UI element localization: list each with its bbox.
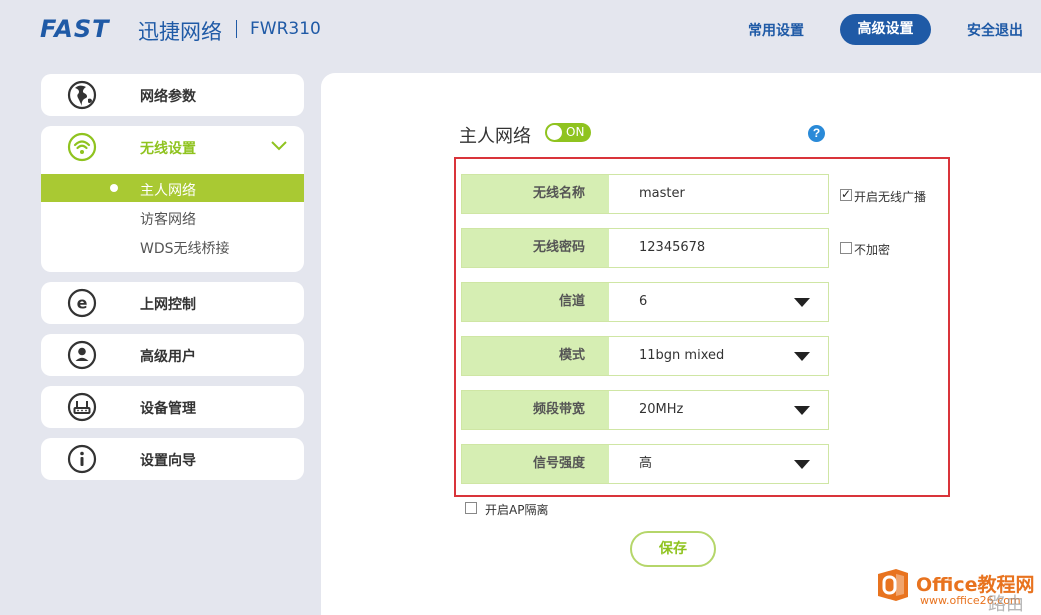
broadcast-checkbox[interactable] xyxy=(840,187,852,201)
router-icon xyxy=(67,392,97,422)
sidebar-subitem-wds-bridge[interactable]: WDS无线桥接 xyxy=(41,232,304,260)
chevron-down-icon[interactable] xyxy=(271,140,287,152)
section-title: 主人网络 xyxy=(459,126,531,147)
nav-common-settings[interactable]: 常用设置 xyxy=(748,20,804,40)
sidebar-card-device-mgmt: 设备管理 xyxy=(41,386,304,428)
caret-down-icon xyxy=(794,298,810,307)
field-label: 无线密码 xyxy=(462,229,609,267)
nav-advanced-settings[interactable]: 高级设置 xyxy=(840,14,931,45)
sidebar-card-setup-wizard: 设置向导 xyxy=(41,438,304,480)
ssid-input[interactable]: master xyxy=(609,175,828,213)
sidebar-subitem-guest-network[interactable]: 访客网络 xyxy=(41,203,304,231)
field-label: 模式 xyxy=(462,337,609,375)
sidebar-item-internet-control[interactable]: e 上网控制 xyxy=(41,282,304,324)
brand-divider xyxy=(236,20,237,38)
sidebar-item-label: 无线设置 xyxy=(140,141,196,157)
field-label: 信号强度 xyxy=(462,445,609,483)
toggle-knob xyxy=(547,125,562,140)
no-encrypt-checkbox[interactable] xyxy=(840,242,852,254)
signal-strength-select[interactable]: 高 xyxy=(609,445,828,483)
sidebar-item-advanced-user[interactable]: 高级用户 xyxy=(41,334,304,376)
sidebar-item-label: 高级用户 xyxy=(140,349,196,365)
mode-select[interactable]: 11bgn mixed xyxy=(609,337,828,375)
ap-isolation-label: 开启AP隔离 xyxy=(485,503,549,517)
sidebar-subitem-label: WDS无线桥接 xyxy=(140,241,230,257)
brand-name: 迅捷网络 xyxy=(138,20,222,44)
caret-down-icon xyxy=(794,460,810,469)
field-label: 频段带宽 xyxy=(462,391,609,429)
field-row-ssid: 无线名称 master xyxy=(461,174,829,214)
field-row-signal: 信号强度 高 xyxy=(461,444,829,484)
top-header: FAST 迅捷网络 FWR310 常用设置 高级设置 安全退出 xyxy=(0,0,1041,60)
sidebar-subitem-label: 访客网络 xyxy=(140,212,196,228)
field-row-channel: 信道 6 xyxy=(461,282,829,322)
host-network-toggle[interactable]: ON xyxy=(545,123,591,142)
help-icon[interactable]: ? xyxy=(808,125,825,142)
office-logo-icon xyxy=(878,569,908,601)
sidebar-subitem-host-network[interactable]: 主人网络 xyxy=(41,174,304,202)
caret-down-icon xyxy=(794,406,810,415)
globe-icon xyxy=(67,80,97,110)
sidebar-card-wireless: 无线设置 主人网络 访客网络 WDS无线桥接 xyxy=(41,126,304,272)
sidebar-item-label: 设置向导 xyxy=(140,453,196,469)
toggle-state-label: ON xyxy=(566,125,585,139)
nav-logout[interactable]: 安全退出 xyxy=(967,20,1023,40)
watermark-extra: 路由网 xyxy=(988,594,1024,615)
wifi-icon xyxy=(67,132,97,162)
field-row-bandwidth: 频段带宽 20MHz xyxy=(461,390,829,430)
info-icon xyxy=(67,444,97,474)
sidebar-item-label: 网络参数 xyxy=(140,89,196,105)
sidebar-card-internet-control: e 上网控制 xyxy=(41,282,304,324)
fast-logo: FAST xyxy=(40,15,110,43)
model-name: FWR310 xyxy=(250,19,321,39)
sidebar-card-network: 网络参数 xyxy=(41,74,304,116)
svg-text:e: e xyxy=(77,294,88,313)
main-panel: 主人网络 ON ? 无线名称 master 无线密码 12345678 信道 6… xyxy=(321,73,1041,615)
sidebar-card-advanced-user: 高级用户 xyxy=(41,334,304,376)
field-label: 信道 xyxy=(462,283,609,321)
user-icon xyxy=(67,340,97,370)
sidebar-item-wireless[interactable]: 无线设置 xyxy=(41,126,304,168)
sidebar-item-label: 设备管理 xyxy=(140,401,196,417)
broadcast-label: 开启无线广播 xyxy=(854,190,927,204)
sidebar-item-network[interactable]: 网络参数 xyxy=(41,74,304,116)
select-value: 20MHz xyxy=(639,402,684,417)
save-button[interactable]: 保存 xyxy=(630,531,716,567)
sidebar-item-setup-wizard[interactable]: 设置向导 xyxy=(41,438,304,480)
field-row-password: 无线密码 12345678 xyxy=(461,228,829,268)
sidebar-item-label: 上网控制 xyxy=(140,297,196,313)
channel-select[interactable]: 6 xyxy=(609,283,828,321)
ap-isolation-checkbox[interactable] xyxy=(465,502,477,514)
sidebar-subitem-label: 主人网络 xyxy=(140,183,196,199)
bandwidth-select[interactable]: 20MHz xyxy=(609,391,828,429)
no-encrypt-label: 不加密 xyxy=(854,243,891,257)
field-row-mode: 模式 11bgn mixed xyxy=(461,336,829,376)
select-value: 6 xyxy=(639,294,648,309)
select-value: 11bgn mixed xyxy=(639,348,725,363)
sidebar-item-device-mgmt[interactable]: 设备管理 xyxy=(41,386,304,428)
internet-e-icon: e xyxy=(67,288,97,318)
password-input[interactable]: 12345678 xyxy=(609,229,828,267)
select-value: 高 xyxy=(639,456,653,471)
active-dot-icon xyxy=(110,184,118,192)
field-label: 无线名称 xyxy=(462,175,609,213)
watermark: Office教程网 www.office26.com 路由网 xyxy=(868,562,1041,615)
caret-down-icon xyxy=(794,352,810,361)
